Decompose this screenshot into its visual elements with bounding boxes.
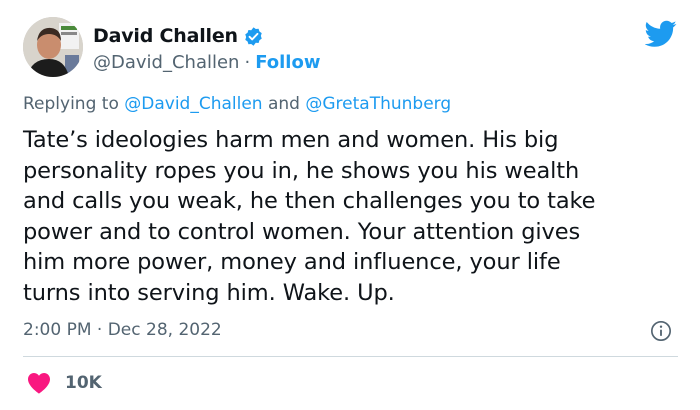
follow-button[interactable]: Follow bbox=[255, 52, 320, 73]
tweet-timestamp[interactable]: 2:00 PM · Dec 28, 2022 bbox=[23, 320, 222, 340]
reply-conjunction: and bbox=[267, 94, 300, 114]
verified-badge-icon bbox=[245, 26, 262, 46]
reply-context: Replying to @David_Challen and @GretaThu… bbox=[23, 94, 451, 114]
author-handle-row: @David_Challen · Follow bbox=[93, 50, 320, 74]
avatar-image bbox=[23, 17, 83, 77]
author-display-name[interactable]: David Challen bbox=[93, 25, 238, 47]
reply-mention-greta[interactable]: @GretaThunberg bbox=[305, 94, 451, 114]
divider bbox=[23, 356, 678, 357]
tweet-card: David Challen @David_Challen · Follow Re… bbox=[0, 0, 700, 410]
heart-icon[interactable] bbox=[27, 372, 51, 394]
author-name-row: David Challen bbox=[93, 24, 264, 48]
avatar[interactable] bbox=[23, 17, 83, 77]
tweet-date[interactable]: Dec 28, 2022 bbox=[108, 320, 222, 340]
reply-mention-author[interactable]: @David_Challen bbox=[124, 94, 262, 114]
twitter-bird-icon[interactable] bbox=[645, 20, 677, 48]
like-action[interactable]: 10K bbox=[27, 370, 102, 396]
author-handle[interactable]: @David_Challen bbox=[93, 52, 239, 73]
like-count: 10K bbox=[65, 373, 102, 393]
info-icon[interactable] bbox=[650, 320, 672, 342]
tweet-time[interactable]: 2:00 PM bbox=[23, 320, 92, 340]
handle-separator: · bbox=[244, 51, 251, 73]
reply-prefix: Replying to bbox=[23, 94, 119, 114]
tweet-text: Tate’s ideologies harm men and women. Hi… bbox=[23, 127, 596, 306]
timestamp-separator: · bbox=[96, 320, 103, 340]
